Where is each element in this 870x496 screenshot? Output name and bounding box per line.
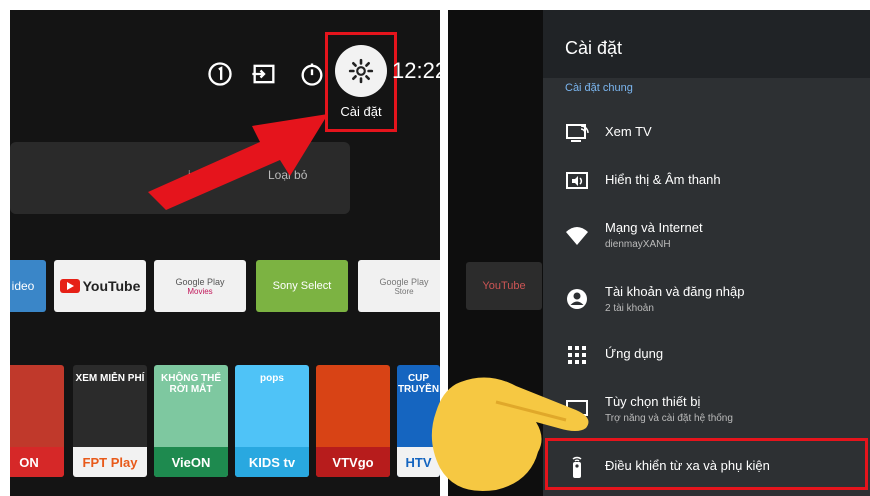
tile-brand: FPT Play [73, 447, 147, 477]
app-label: Sony Select [272, 280, 332, 292]
item-title: Ứng dụng [605, 346, 664, 361]
app-tile-video[interactable]: ideo [10, 260, 46, 312]
display-sound-icon [565, 169, 589, 193]
tile-top-text: KHÔNG THỂ RỜI MẮT [161, 373, 221, 395]
app-tile-play-movies[interactable]: Google Play Movies [154, 260, 246, 312]
tile-brand: VTVgo [316, 447, 390, 477]
app-tile-play-store[interactable]: Google Play Store [358, 260, 440, 312]
tile-brand: ON [10, 447, 64, 477]
app-sublabel: Store [394, 286, 414, 296]
item-title: Hiển thị & Âm thanh [605, 172, 721, 187]
timer-icon[interactable] [298, 60, 326, 88]
dimmed-app-tile: YouTube [466, 262, 542, 310]
settings-header: Cài đặt [543, 10, 870, 78]
settings-item-network[interactable]: Mạng và Internet dienmayXANH [543, 210, 870, 260]
tile-pops-kids[interactable]: pops KIDS tv [235, 365, 309, 477]
tile-on[interactable]: ON [10, 365, 64, 477]
app-label: ideo [11, 279, 35, 293]
settings-item-watch-tv[interactable]: Xem TV [543, 108, 870, 158]
input-source-icon[interactable] [250, 60, 278, 88]
item-subtitle: 2 tài khoản [605, 303, 654, 314]
item-title: Tài khoản và đăng nhập [605, 284, 745, 299]
tile-brand: VieON [154, 447, 228, 477]
app-tile-youtube[interactable]: YouTube [54, 260, 146, 312]
wifi-icon [565, 223, 589, 247]
app-label: Google Play [175, 276, 225, 287]
settings-item-display-sound[interactable]: Hiển thị & Âm thanh [543, 156, 870, 206]
item-subtitle: dienmayXANH [605, 239, 671, 250]
app-label: Google Play [379, 276, 429, 287]
tile-vieon[interactable]: KHÔNG THỂ RỜI MẮT VieON [154, 365, 228, 477]
tile-top-text: XEM MIỄN PHÍ [75, 373, 145, 384]
settings-title: Cài đặt [565, 38, 623, 58]
screenshot-composite: Cài đặt 12:22 i tiết Loại bỏ ideo YouTub… [0, 0, 870, 496]
red-pointer-arrow-icon [148, 114, 328, 210]
app-label: YouTube [82, 278, 141, 294]
youtube-play-icon [59, 279, 80, 293]
app-sublabel: Movies [187, 286, 213, 296]
pointing-hand-icon [431, 377, 589, 492]
item-title: Xem TV [605, 124, 652, 139]
item-subtitle: Trợ năng và cài đặt hệ thống [605, 413, 733, 424]
item-title: Mạng và Internet [605, 220, 703, 235]
featured-tiles-row: ON XEM MIỄN PHÍ FPT Play KHÔNG THỂ RỜI M… [10, 365, 440, 485]
tile-top-text: pops [260, 373, 284, 384]
app-tile-sony-select[interactable]: Sony Select [256, 260, 348, 312]
settings-highlight-box [325, 32, 397, 132]
apps-grid-icon [565, 343, 589, 367]
settings-item-accounts[interactable]: Tài khoản và đăng nhập 2 tài khoản [543, 274, 870, 324]
tile-fpt-play[interactable]: XEM MIỄN PHÍ FPT Play [73, 365, 147, 477]
item-title: Tùy chọn thiết bị [605, 394, 701, 409]
tile-brand: KIDS tv [235, 447, 309, 477]
clock-text: 12:22 [392, 58, 440, 83]
section-general-settings: Cài đặt chung [565, 82, 633, 94]
apps-row: ideo YouTube Google Play Movies Sony Sel… [10, 260, 440, 312]
tv-cast-icon [565, 121, 589, 145]
tile-vtvgo[interactable]: VTVgo [316, 365, 390, 477]
account-icon [565, 287, 589, 311]
tv-home-screen: Cài đặt 12:22 i tiết Loại bỏ ideo YouTub… [10, 10, 440, 496]
notification-count-icon[interactable] [206, 60, 234, 88]
